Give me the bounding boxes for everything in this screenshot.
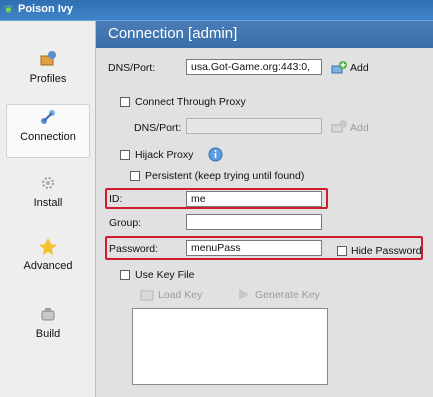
dns-port-label: DNS/Port: [108,62,156,74]
hijack-proxy-label: Hijack Proxy [135,149,194,161]
persistent-checkbox[interactable] [130,171,140,181]
sidebar: Profiles Connection Install Advanced Bui… [0,21,96,397]
window-title: Poison Ivy [18,3,74,15]
connect-through-proxy-label: Connect Through Proxy [135,96,246,108]
key-text-area[interactable] [132,308,328,385]
group-field[interactable] [186,214,322,230]
sidebar-item-label: Advanced [23,260,73,272]
sidebar-item-install[interactable]: Install [6,171,90,225]
dns-port-field[interactable]: usa.Got-Game.org:443:0, [186,59,322,75]
load-key-icon [140,289,154,301]
proxy-add-icon [331,120,347,133]
generate-key-button: Generate Key [255,289,320,301]
sidebar-item-profiles[interactable]: Profiles [6,47,90,101]
connection-form: DNS/Port: usa.Got-Game.org:443:0, Add Co… [96,48,433,397]
sidebar-item-build[interactable]: Build [6,302,90,356]
profiles-icon [40,51,56,66]
password-label: Password: [109,243,159,255]
connect-through-proxy-checkbox[interactable] [120,97,130,107]
sidebar-item-label: Install [33,197,63,209]
sidebar-item-label: Build [35,328,61,340]
hide-password-label: Hide Password [351,245,422,257]
connection-icon [41,110,55,124]
build-icon [41,308,55,321]
use-key-file-label: Use Key File [135,269,195,281]
page-title: Connection [admin] [108,25,238,42]
sidebar-item-advanced[interactable]: Advanced [6,234,90,288]
proxy-dns-port-field[interactable] [186,118,322,134]
add-icon[interactable] [331,60,347,74]
use-key-file-checkbox[interactable] [120,270,130,280]
page-header: Connection [admin] [96,21,433,48]
poison-ivy-app-icon: ❦ [4,4,14,16]
install-icon [42,177,54,189]
generate-key-icon [239,289,249,300]
sidebar-item-label: Connection [20,131,76,143]
advanced-icon [39,238,57,255]
add-button[interactable]: Add [350,62,369,74]
group-label: Group: [109,217,142,229]
id-label: ID: [109,193,123,205]
info-icon[interactable] [208,147,223,162]
id-field[interactable]: me [186,191,322,207]
proxy-dns-port-label: DNS/Port: [134,122,182,134]
hide-password-checkbox[interactable] [337,246,347,256]
password-field[interactable]: menuPass [186,240,322,256]
load-key-button: Load Key [158,289,203,301]
hijack-proxy-checkbox[interactable] [120,150,130,160]
sidebar-item-label: Profiles [29,73,67,85]
proxy-add-button: Add [350,122,369,134]
sidebar-item-connection[interactable]: Connection [6,104,90,158]
title-bar: ❦ Poison Ivy [0,0,433,21]
persistent-label: Persistent (keep trying until found) [145,170,305,182]
